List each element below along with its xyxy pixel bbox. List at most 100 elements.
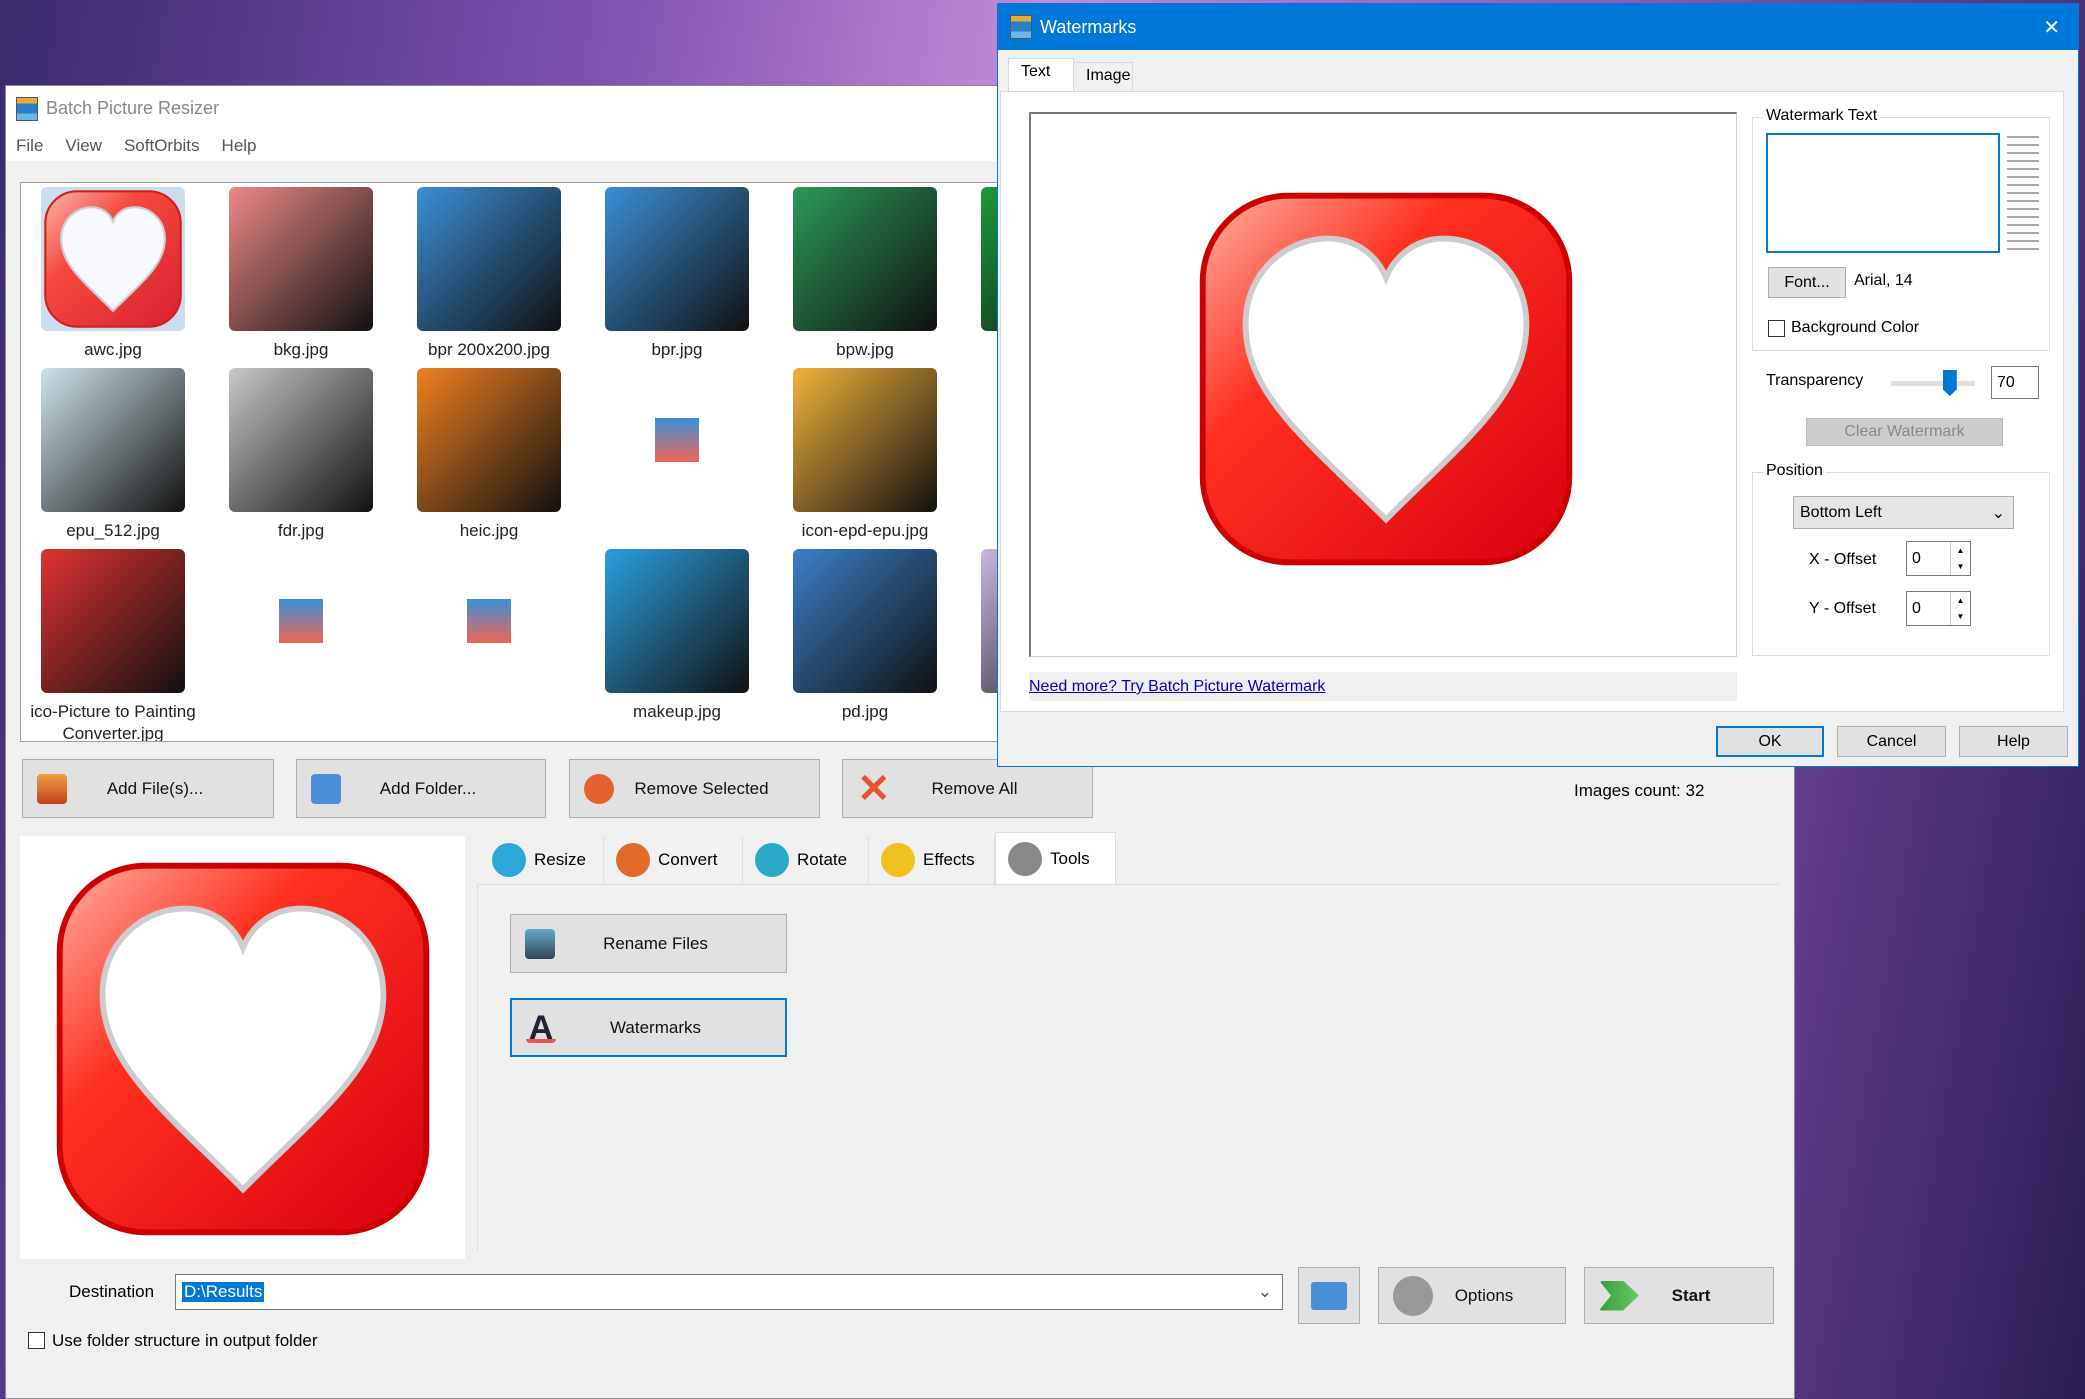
thumbnail-image bbox=[605, 549, 749, 693]
chevron-down-icon: ⌄ bbox=[1991, 504, 2005, 522]
thumbnail-label: epu_512.jpg bbox=[66, 521, 160, 540]
folder-icon bbox=[1311, 1281, 1347, 1310]
text-align-icon[interactable] bbox=[2007, 136, 2039, 250]
thumbnail-item[interactable]: heic.jpg bbox=[395, 368, 583, 542]
destination-label: Destination bbox=[69, 1282, 155, 1301]
position-dropdown[interactable]: Bottom Left ⌄ bbox=[1793, 496, 2014, 529]
destination-value[interactable]: D:\Results bbox=[182, 1282, 265, 1302]
thumbnail-item[interactable]: fdr.jpg bbox=[207, 368, 395, 542]
thumbnail-image bbox=[417, 599, 561, 741]
thumbnail-label: icon-epd-epu.jpg bbox=[801, 521, 929, 540]
thumbnail-label: bpr.jpg bbox=[651, 340, 703, 359]
remove-icon bbox=[584, 773, 614, 804]
thumbnail-item[interactable]: makeup.jpg bbox=[583, 549, 771, 723]
app-icon bbox=[1010, 15, 1032, 39]
thumbnail-label: pd.jpg bbox=[841, 702, 889, 721]
rename-icon bbox=[525, 928, 555, 959]
thumbnail-label: makeup.jpg bbox=[633, 702, 721, 721]
add-files-button[interactable]: Add File(s)... bbox=[22, 759, 274, 818]
destination-combo[interactable]: D:\Results ⌄ bbox=[175, 1274, 1283, 1310]
spin-arrows-icon[interactable]: ▲ ▼ bbox=[1950, 542, 1970, 575]
start-arrow-icon bbox=[1599, 1280, 1639, 1311]
thumbnail-item[interactable]: epu_512.jpg bbox=[21, 368, 207, 542]
tab-tools[interactable]: Tools bbox=[995, 832, 1116, 884]
chevron-down-icon[interactable]: ⌄ bbox=[1258, 1282, 1272, 1302]
menu-softorbits[interactable]: SoftOrbits bbox=[124, 136, 200, 156]
convert-icon bbox=[616, 843, 650, 877]
transparency-slider[interactable] bbox=[1891, 370, 1975, 396]
thumbnail-image bbox=[605, 418, 749, 562]
thumbnail-label: ico-Picture to Painting Converter.jpg bbox=[30, 702, 196, 742]
x-offset-label: X - Offset bbox=[1809, 551, 1877, 568]
batch-picture-watermark-link[interactable]: Need more? Try Batch Picture Watermark bbox=[1029, 678, 1325, 695]
rename-files-button[interactable]: Rename Files bbox=[510, 914, 787, 973]
tools-icon bbox=[1008, 841, 1042, 876]
thumbnail-image bbox=[605, 187, 749, 331]
thumbnail-item[interactable]: bkg.jpg bbox=[207, 187, 395, 361]
tab-effects[interactable]: Effects bbox=[869, 836, 995, 884]
menu-help[interactable]: Help bbox=[222, 136, 257, 156]
thumbnail-item[interactable]: makeup (Custom)32.jpg bbox=[395, 549, 583, 741]
browse-folder-button[interactable] bbox=[1298, 1267, 1360, 1324]
rotate-icon bbox=[755, 843, 789, 877]
watermark-text-input[interactable] bbox=[1766, 133, 2000, 253]
y-offset-spinner[interactable]: 0 ▲ ▼ bbox=[1906, 591, 1971, 626]
tab-image[interactable]: Image bbox=[1073, 62, 1133, 92]
clear-watermark-button[interactable]: Clear Watermark bbox=[1806, 418, 2003, 446]
menu-file[interactable]: File bbox=[16, 136, 43, 156]
slider-thumb[interactable] bbox=[1942, 370, 1957, 396]
thumbnail-item[interactable]: bpr 200x200.jpg bbox=[395, 187, 583, 361]
use-folder-structure-checkbox[interactable] bbox=[28, 1332, 45, 1349]
thumbnail-image bbox=[793, 187, 937, 331]
x-offset-spinner[interactable]: 0 ▲ ▼ bbox=[1906, 541, 1971, 576]
images-count: Images count: 32 bbox=[1574, 781, 1705, 800]
preview-image bbox=[1191, 184, 1581, 574]
thumbnail-image bbox=[793, 549, 937, 693]
x-icon: ✕ bbox=[857, 766, 891, 811]
thumbnail-label: awc.jpg bbox=[84, 340, 142, 359]
transparency-input[interactable]: 70 bbox=[1991, 366, 2039, 399]
background-color-label: Background Color bbox=[1791, 319, 1920, 336]
tools-pane: Rename Files A Watermarks bbox=[477, 884, 1779, 1251]
start-button[interactable]: Start bbox=[1584, 1267, 1774, 1324]
cancel-button[interactable]: Cancel bbox=[1837, 726, 1946, 757]
close-icon[interactable]: ✕ bbox=[2043, 15, 2060, 40]
thumbnail-label: fdr.jpg bbox=[277, 521, 325, 540]
thumbnail-item[interactable]: awc.jpg bbox=[21, 187, 207, 361]
thumbnail-item[interactable]: bpw.jpg bbox=[771, 187, 959, 361]
dialog-title-bar: Watermarks ✕ bbox=[998, 4, 2078, 50]
add-folder-button[interactable]: Add Folder... bbox=[296, 759, 546, 818]
spin-arrows-icon[interactable]: ▲ ▼ bbox=[1950, 592, 1970, 625]
menu-view[interactable]: View bbox=[65, 136, 102, 156]
watermarks-button[interactable]: A Watermarks bbox=[510, 998, 787, 1057]
remove-selected-button[interactable]: Remove Selected bbox=[569, 759, 820, 818]
thumbnail-image bbox=[229, 368, 373, 512]
remove-all-button[interactable]: ✕ Remove All bbox=[842, 759, 1093, 818]
effects-icon bbox=[881, 843, 915, 877]
watermarks-dialog: Watermarks ✕ Text Image Need more? Try B… bbox=[997, 3, 2079, 767]
thumbnail-image bbox=[41, 187, 185, 331]
folder-icon bbox=[311, 773, 341, 804]
thumbnail-image bbox=[793, 368, 937, 512]
thumbnail-item[interactable]: ico-Picture to Painting Converter.jpg bbox=[21, 549, 207, 742]
preview-image bbox=[48, 854, 438, 1244]
thumbnail-item[interactable]: pd.jpg bbox=[771, 549, 959, 723]
ok-button[interactable]: OK bbox=[1716, 726, 1824, 757]
tab-rotate[interactable]: Rotate bbox=[743, 836, 869, 884]
resize-icon bbox=[492, 843, 526, 877]
thumbnail-label: bkg.jpg bbox=[273, 340, 329, 359]
background-color-checkbox[interactable] bbox=[1768, 320, 1785, 337]
tab-convert[interactable]: Convert bbox=[604, 836, 743, 884]
thumbnail-item[interactable]: makeup (Custom).jpg bbox=[207, 549, 395, 741]
watermark-a-icon: A bbox=[526, 1011, 556, 1045]
thumbnail-image bbox=[417, 368, 561, 512]
help-button[interactable]: Help bbox=[1959, 726, 2068, 757]
thumbnail-item[interactable]: icon-epd-epu.jpg bbox=[771, 368, 959, 542]
thumbnail-label: bpr 200x200.jpg bbox=[428, 340, 550, 359]
font-button[interactable]: Font... bbox=[1768, 267, 1846, 298]
options-button[interactable]: Options bbox=[1378, 1267, 1566, 1324]
tab-resize[interactable]: Resize bbox=[480, 836, 604, 884]
tab-text[interactable]: Text bbox=[1008, 58, 1074, 93]
window-title: Batch Picture Resizer bbox=[46, 98, 220, 118]
thumbnail-item[interactable]: bpr.jpg bbox=[583, 187, 771, 361]
